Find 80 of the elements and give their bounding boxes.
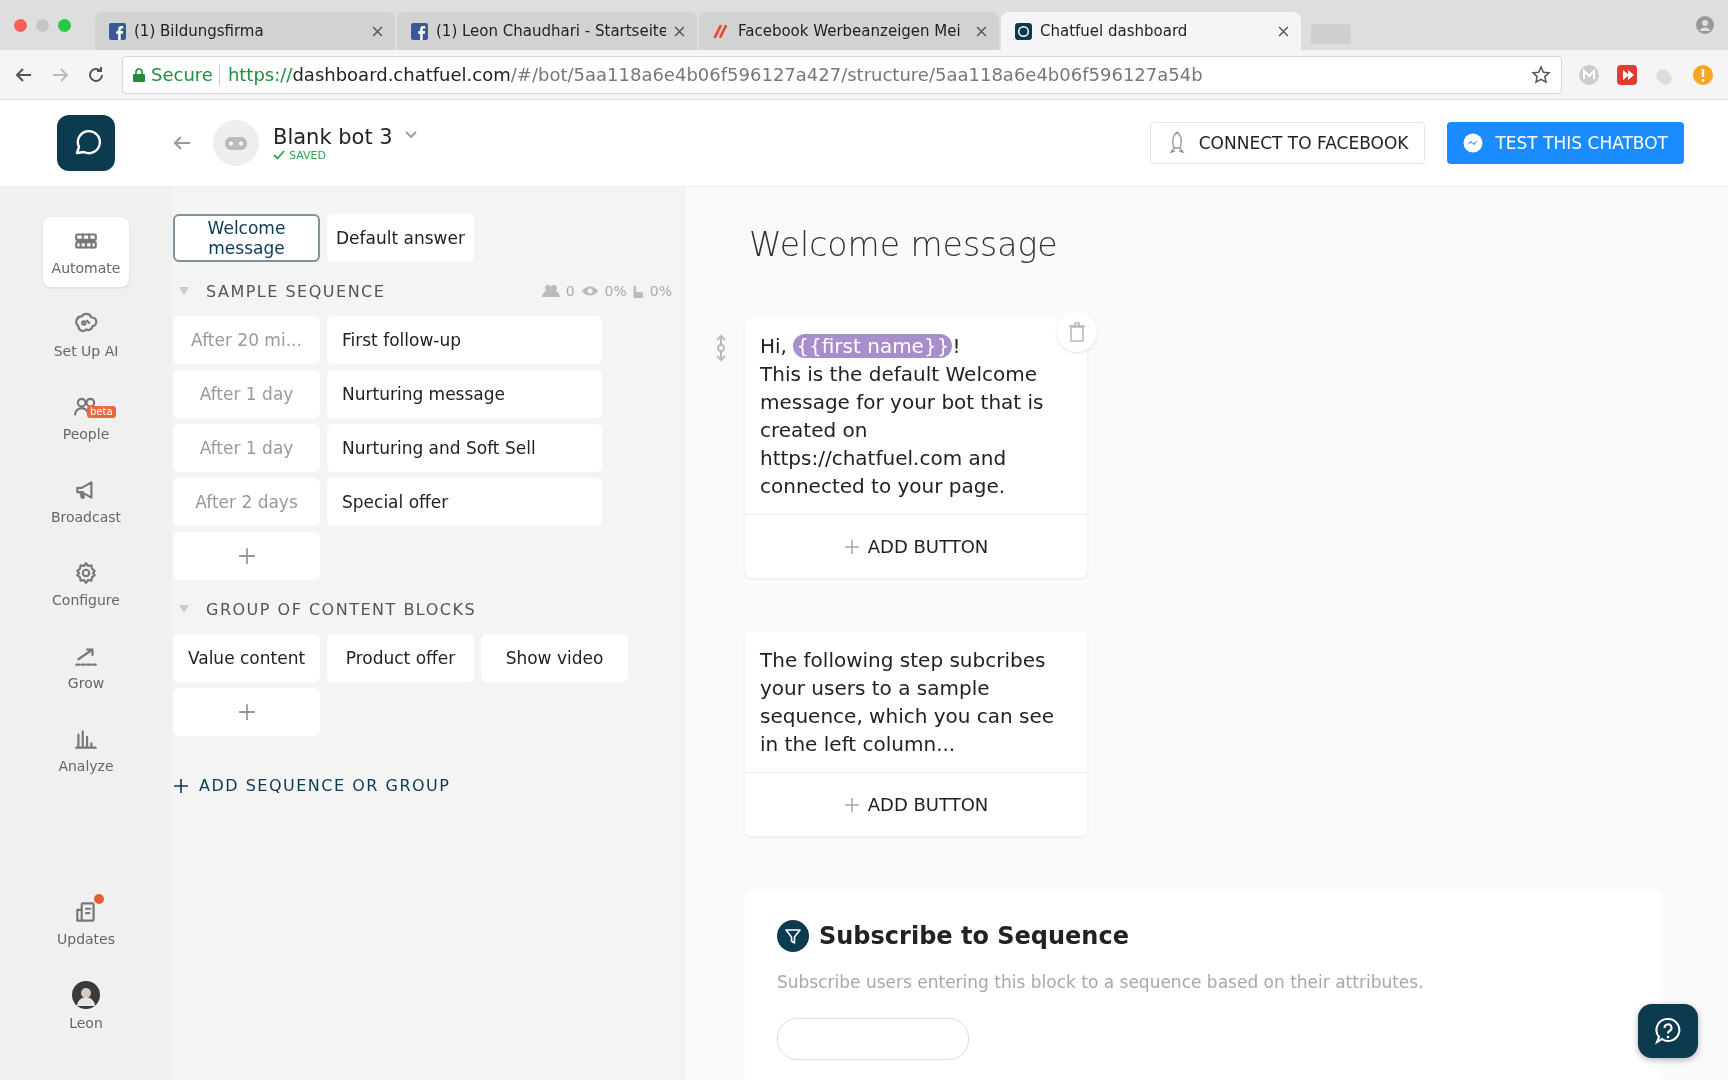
block-button[interactable]: Default answer	[327, 214, 474, 262]
block-button[interactable]: Product offer	[327, 634, 474, 682]
block-title: Welcome message	[749, 225, 1059, 264]
profile-icon[interactable]	[1696, 16, 1714, 34]
sidebar-item[interactable]: Broadcast	[43, 466, 129, 536]
facebook-icon	[109, 22, 126, 40]
app-logo-icon[interactable]	[57, 115, 115, 171]
sequence-select-field[interactable]	[777, 1018, 969, 1060]
sidebar-item[interactable]: beta People	[43, 383, 129, 453]
close-icon[interactable]	[372, 25, 383, 37]
plus-icon	[173, 777, 189, 794]
extension-icon[interactable]	[1692, 63, 1714, 86]
plus-icon	[237, 547, 256, 565]
settings-icon	[73, 560, 99, 586]
block-button[interactable]: Nurturing message	[327, 370, 602, 418]
message-text[interactable]: Hi, {{first name}}! This is the default Welcome message for your bot that is created on https://chatfuel.com and connected to your page.	[745, 318, 1087, 514]
secure-label: Secure	[151, 64, 213, 85]
collapse-triangle-icon[interactable]	[178, 286, 190, 296]
help-bubble-icon	[1653, 1016, 1683, 1046]
window-close-button[interactable]	[14, 18, 27, 32]
block-button[interactable]: Nurturing and Soft Sell	[327, 424, 602, 472]
sidebar-item[interactable]: Updates	[43, 888, 129, 958]
block-button[interactable]: Welcome message	[173, 214, 320, 262]
users-icon	[541, 284, 560, 298]
block-button[interactable]: Special offer	[327, 478, 602, 526]
extension-icon[interactable]	[1616, 63, 1638, 86]
drag-handle-icon[interactable]	[715, 334, 727, 362]
sidebar-item[interactable]: Configure	[43, 549, 129, 619]
plus-icon	[237, 703, 256, 721]
url-text: https://dashboard.chatfuel.com/#/bot/5aa118a6e4b06f596127a427/structure/5aa118a6e4b06f596127a54b	[218, 64, 1203, 85]
funnel-icon	[777, 920, 809, 952]
stat-value: 0%	[604, 283, 627, 299]
close-icon[interactable]	[1278, 25, 1289, 37]
block-button[interactable]: First follow-up	[327, 316, 602, 364]
lock-icon	[133, 67, 145, 82]
sidebar-item[interactable]: Analyze	[43, 715, 129, 785]
block-button[interactable]: Value content	[173, 634, 320, 682]
window-minimize-button[interactable]	[36, 18, 49, 32]
plugin-description: Subscribe users entering this block to a sequence based on their attributes.	[777, 972, 1425, 992]
chat-logo-icon	[1015, 22, 1032, 40]
message-text[interactable]: The following step subcribes your users to a sample sequence, which you can see in the left column...	[745, 632, 1087, 772]
plus-icon	[843, 796, 860, 813]
window-zoom-button[interactable]	[58, 18, 71, 32]
messenger-icon	[1463, 133, 1484, 153]
add-button[interactable]: ADD BUTTON	[745, 772, 1087, 836]
close-icon[interactable]	[674, 25, 685, 37]
close-icon[interactable]	[976, 25, 987, 37]
group-title: GROUP OF CONTENT BLOCKS	[206, 599, 477, 619]
group-title: SAMPLE SEQUENCE	[206, 281, 386, 301]
stat-value: 0	[565, 283, 575, 299]
eye-icon	[580, 284, 599, 298]
plus-icon	[843, 538, 860, 555]
delete-button[interactable]	[1057, 312, 1097, 352]
plugin-title: Subscribe to Sequence	[819, 922, 1129, 950]
collapse-triangle-icon[interactable]	[178, 604, 190, 614]
facebook-icon	[411, 22, 428, 40]
sidebar-item[interactable]: Automate	[43, 217, 129, 287]
trash-icon	[1068, 322, 1086, 342]
bot-name[interactable]: Blank bot 3	[273, 124, 393, 149]
sidebar-item[interactable]: Leon	[43, 971, 129, 1041]
beta-badge: beta	[87, 406, 116, 418]
block-button[interactable]: Show video	[481, 634, 628, 682]
sidebar-item[interactable]: Set Up AI	[43, 300, 129, 370]
check-icon	[273, 150, 285, 160]
help-button[interactable]	[1638, 1004, 1698, 1058]
reload-icon[interactable]	[86, 64, 106, 85]
star-icon[interactable]	[1531, 64, 1551, 85]
add-button[interactable]: ADD BUTTON	[745, 514, 1087, 578]
browser-tab[interactable]: Chatfuel dashboard	[1001, 12, 1301, 50]
connect-button[interactable]: CONNECT TO FACEBOOK	[1149, 122, 1426, 164]
stat-value: 0%	[649, 283, 672, 299]
address-bar[interactable]: Secure https://dashboard.chatfuel.com/#/bot/5aa118a6e4b06f596127a427/structure/5aa118a6e4b06f596127a54b	[122, 55, 1562, 94]
add-sequence-link[interactable]: ADD SEQUENCE OR GROUP	[173, 776, 451, 795]
tab-logo-icon	[713, 22, 730, 40]
avatar-icon[interactable]	[72, 981, 100, 1009]
sidebar-item[interactable]: Grow	[43, 632, 129, 702]
robot-icon	[213, 120, 259, 166]
saved-status: SAVED	[273, 148, 393, 162]
browser-tab[interactable]: (1) Bildungsfirma	[95, 12, 395, 50]
browser-tab[interactable]: Facebook Werbeanzeigen Mei	[699, 12, 999, 50]
